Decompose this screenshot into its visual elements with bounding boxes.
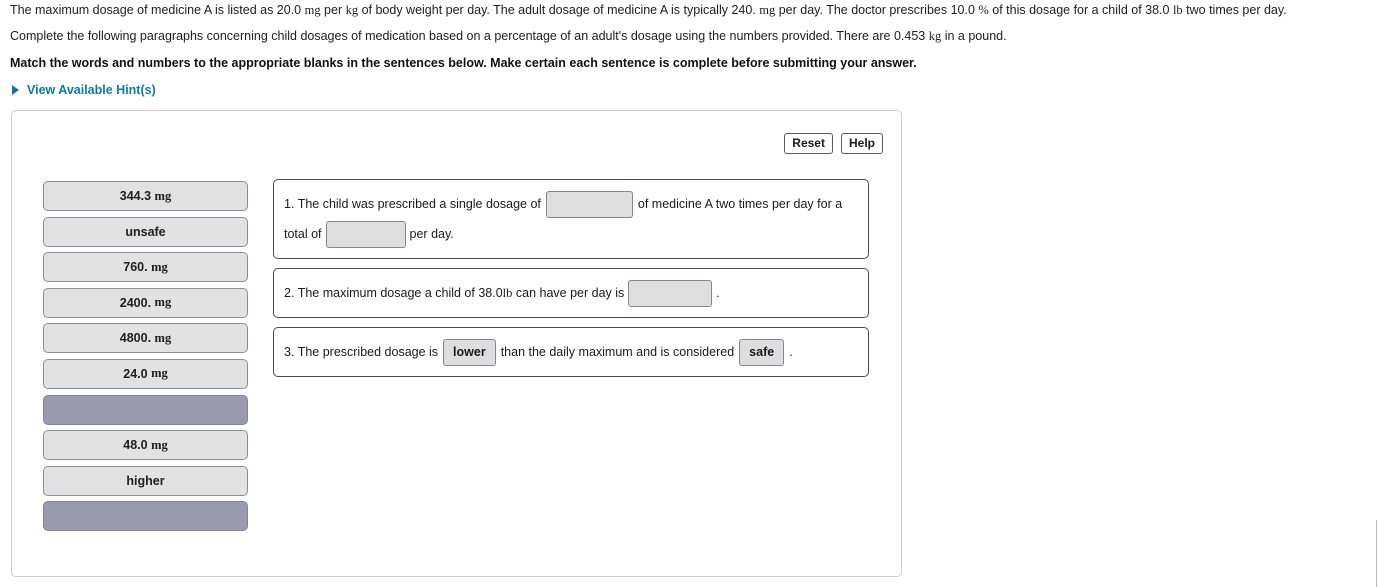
tile-unit: mg [154, 188, 172, 203]
problem-line-2-seg-b: in a pound. [941, 29, 1007, 43]
answer-tile[interactable]: 344.3 mg [43, 181, 248, 211]
sentence-2-text-b: can have per day is [515, 286, 625, 300]
tile-value: 760. [123, 260, 148, 275]
sentence-2-number: 2. [284, 286, 295, 300]
unit-lb-2: lb [502, 286, 513, 300]
unit-percent: % [978, 3, 989, 17]
reset-button[interactable]: Reset [784, 133, 833, 154]
unit-mg-2: mg [759, 3, 776, 17]
answer-tile-used[interactable] [43, 501, 248, 532]
tile-unit: mg [151, 366, 168, 381]
sentence-2-slot-1[interactable] [628, 280, 713, 308]
tile-value: 24.0 [123, 366, 148, 381]
sentence-3-slot-1[interactable]: lower [443, 339, 496, 367]
problem-line-1-seg-f: two times per day. [1182, 3, 1287, 17]
view-hints-link[interactable]: View Available Hint(s) [10, 83, 1367, 97]
answer-tile[interactable]: 760. mg [43, 252, 248, 283]
sentence-1-slot-2[interactable] [325, 221, 406, 249]
tile-unit: mg [154, 295, 172, 310]
sentence-1-slot-1[interactable] [545, 191, 633, 219]
problem-line-1-seg-e: of this dosage for a child of 38.0 [988, 3, 1173, 17]
problem-statement: The maximum dosage of medicine A is list… [0, 0, 1377, 97]
problem-line-1-seg-c: of body weight per day. The adult dosage… [358, 3, 760, 17]
panel-toolbar: Reset Help [784, 133, 883, 154]
view-hints-label: View Available Hint(s) [27, 83, 156, 97]
answer-tile[interactable]: 2400. mg [43, 287, 248, 318]
answer-tile[interactable]: higher [43, 465, 248, 496]
sentence-3-text-c: . [789, 345, 793, 359]
tile-unit: mg [154, 330, 172, 345]
tile-value: higher [126, 473, 165, 488]
triangle-right-icon [12, 85, 19, 95]
sentence-list: 1. The child was prescribed a single dos… [273, 179, 869, 386]
answer-tile[interactable]: 4800. mg [43, 323, 248, 354]
tile-value: 344.3 [119, 189, 152, 203]
unit-kg: kg [345, 3, 359, 17]
problem-line-2-seg-a: Complete the following paragraphs concer… [10, 29, 929, 43]
problem-line-1-seg-a: The maximum dosage of medicine A is list… [10, 3, 305, 17]
tile-unit: mg [151, 259, 168, 274]
problem-line-2: Complete the following paragraphs concer… [10, 29, 1367, 44]
tile-value: 4800. [119, 331, 152, 346]
problem-line-1-seg-d: per day. The doctor prescribes 10.0 [775, 3, 979, 17]
sentence-1: 1. The child was prescribed a single dos… [273, 179, 869, 259]
help-button[interactable]: Help [840, 133, 883, 154]
answer-tile[interactable]: unsafe [43, 216, 248, 247]
sentence-1-text-c: total of [284, 227, 322, 241]
answer-tile-bank: 344.3 mg unsafe 760. mg 2400. mg 4800. m… [43, 181, 248, 537]
sentence-3: 3. The prescribed dosage is lower than the… [273, 327, 869, 377]
sentence-3-text-a: The prescribed dosage is [297, 345, 439, 359]
sentence-1-text-d: per day. [409, 227, 454, 241]
instruction-text: Match the words and numbers to the appro… [10, 56, 917, 70]
sentence-2-text-a: The maximum dosage a child of 38.0 [297, 286, 503, 300]
problem-line-1-seg-b: per [320, 3, 346, 17]
sentence-3-slot-2[interactable]: safe [739, 339, 785, 367]
answer-tile[interactable]: 48.0 mg [43, 430, 248, 461]
sentence-1-text-b: of medicine A two times per day for a [637, 197, 843, 211]
sentence-2-text-c: . [716, 286, 720, 300]
sentence-1-text-a: The child was prescribed a single dosage… [297, 197, 541, 211]
sentence-3-text-b: than the daily maximum and is considered [500, 345, 735, 359]
sentence-3-number: 3. [284, 345, 295, 359]
unit-mg: mg [304, 3, 321, 17]
answer-tile[interactable]: 24.0 mg [43, 358, 248, 389]
problem-line-1: The maximum dosage of medicine A is list… [10, 3, 1367, 18]
tile-unit: mg [151, 437, 168, 452]
unit-lb: lb [1172, 3, 1183, 17]
activity-panel: Reset Help 344.3 mg unsafe 760. mg 2400.… [11, 110, 902, 577]
tile-value: 2400. [119, 295, 152, 310]
sentence-1-number: 1. [284, 197, 295, 211]
answer-tile-used[interactable] [43, 394, 248, 425]
tile-value: 48.0 [123, 438, 148, 453]
sentence-2: 2. The maximum dosage a child of 38.0lb … [273, 268, 869, 318]
unit-kg-2: kg [928, 29, 942, 43]
tile-value: unsafe [125, 224, 166, 239]
